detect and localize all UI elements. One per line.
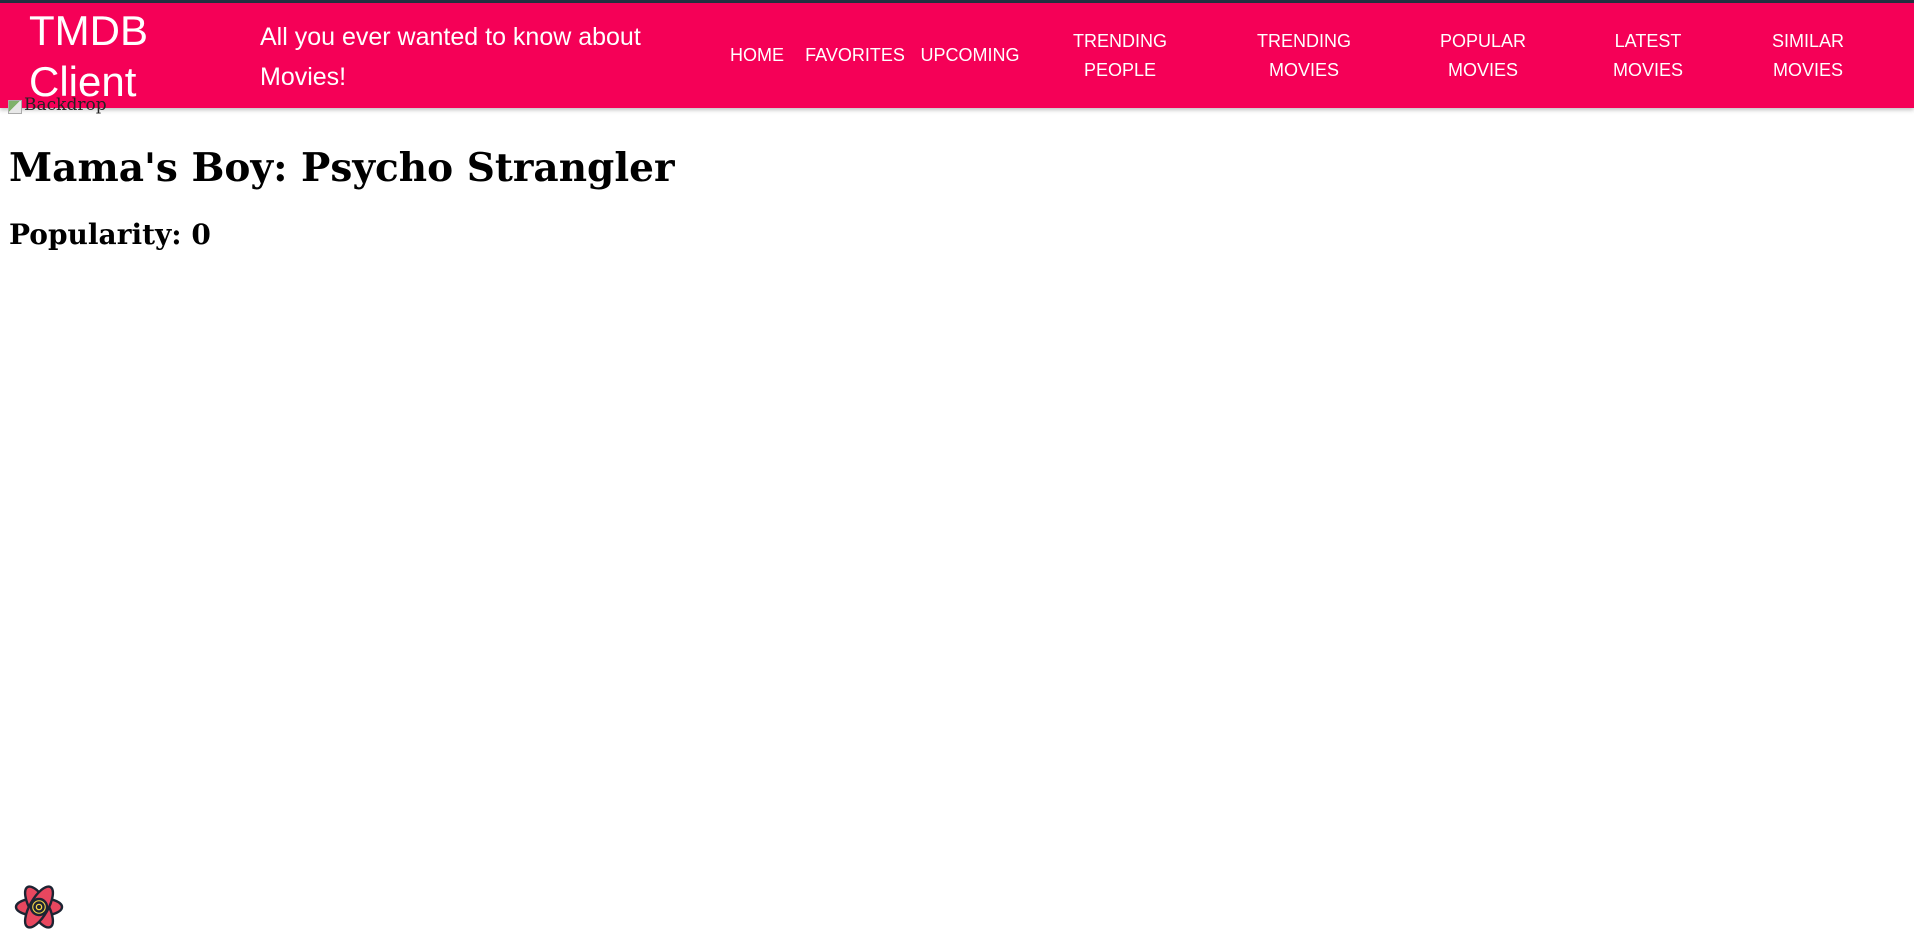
backdrop-image: Backdrop — [8, 96, 118, 114]
nav-trending-movies-line1: TRENDING — [1257, 30, 1351, 51]
nav-trending-people-button[interactable]: TRENDING PEOPLE — [1050, 3, 1190, 108]
nav-similar-movies-line2: MOVIES — [1772, 59, 1843, 80]
nav-similar-movies-line1: SIMILAR — [1771, 30, 1845, 51]
nav-home-label: HOME — [730, 45, 784, 65]
nav-trending-movies-button[interactable]: TRENDING MOVIES — [1234, 3, 1374, 108]
nav-upcoming-label: UPCOMING — [920, 45, 1020, 65]
nav-favorites-label: FAVORITES — [805, 45, 905, 65]
nav-upcoming-button[interactable]: UPCOMING — [912, 3, 1028, 108]
backdrop-alt-text: Backdrop — [24, 96, 107, 114]
nav-latest-movies-line2: MOVIES — [1612, 59, 1683, 80]
tagline: All you ever wanted to know about Movies… — [260, 23, 641, 91]
react-logo-icon[interactable] — [12, 880, 66, 934]
nav-favorites-button[interactable]: FAVORITES — [798, 3, 912, 108]
nav-trending-movies-line2: MOVIES — [1268, 59, 1339, 80]
movie-title: Mama's Boy: Psycho Strangler — [9, 145, 675, 191]
nav-similar-movies-button[interactable]: SIMILAR MOVIES — [1752, 3, 1864, 108]
nav-popular-movies-line2: MOVIES — [1447, 59, 1518, 80]
brand-title: TMDB Client — [29, 7, 148, 105]
nav-popular-movies-line1: POPULAR — [1439, 30, 1527, 51]
nav-latest-movies-button[interactable]: LATEST MOVIES — [1592, 3, 1704, 108]
nav-popular-movies-button[interactable]: POPULAR MOVIES — [1413, 3, 1553, 108]
nav-trending-people-line2: PEOPLE — [1083, 59, 1157, 80]
app-bar: TMDB Client All you ever wanted to know … — [0, 3, 1914, 108]
nav-latest-movies-line1: LATEST — [1614, 30, 1682, 51]
nav-home-button[interactable]: HOME — [716, 3, 798, 108]
movie-popularity: Popularity: 0 — [9, 218, 211, 251]
broken-image-icon — [8, 100, 22, 114]
nav-trending-people-line1: TRENDING — [1073, 30, 1167, 51]
